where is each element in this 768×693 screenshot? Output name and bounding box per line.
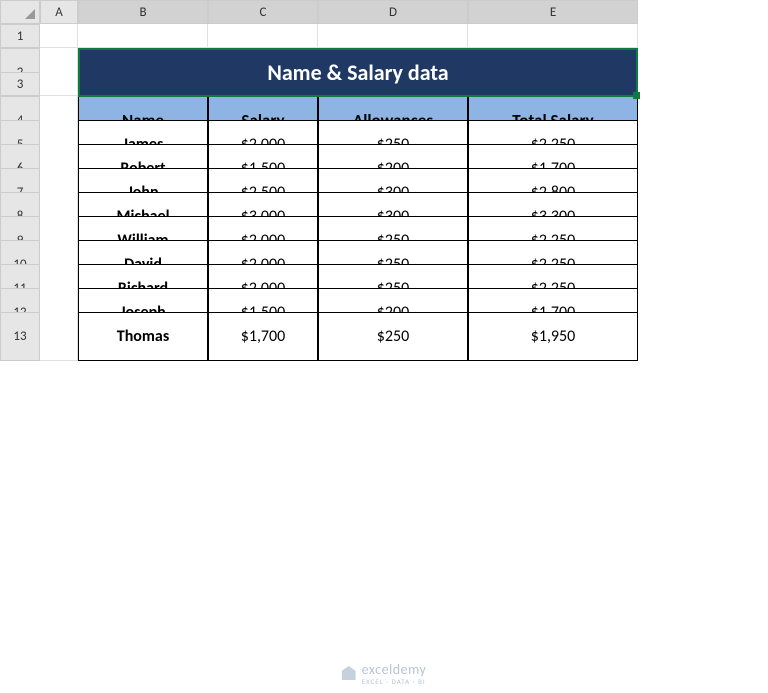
cell-E1[interactable]	[468, 24, 638, 48]
table-row[interactable]: $1,700	[208, 312, 318, 361]
col-header-D[interactable]: D	[318, 0, 468, 24]
table-row[interactable]: $1,950	[468, 312, 638, 361]
col-header-E[interactable]: E	[468, 0, 638, 24]
table-row[interactable]: $250	[318, 312, 468, 361]
cell-C1[interactable]	[208, 24, 318, 48]
col-header-B[interactable]: B	[78, 0, 208, 24]
logo-icon	[342, 666, 356, 680]
watermark-text: exceldemy EXCEL · DATA · BI	[362, 661, 427, 685]
cell-A1[interactable]	[40, 24, 78, 48]
col-header-C[interactable]: C	[208, 0, 318, 24]
cell-A13[interactable]	[40, 312, 78, 361]
row-header-13[interactable]: 13	[0, 312, 40, 361]
table-row[interactable]: Thomas	[78, 312, 208, 361]
spreadsheet-grid: A B C D E 1 2 Name & Salary data 3 4 Nam…	[0, 0, 768, 336]
title-merged-cell[interactable]: Name & Salary data	[78, 48, 638, 97]
row-header-1[interactable]: 1	[0, 24, 40, 48]
cell-A3[interactable]	[40, 72, 78, 96]
select-all-corner[interactable]	[0, 0, 40, 24]
watermark-brand: exceldemy	[362, 661, 427, 678]
cell-D1[interactable]	[318, 24, 468, 48]
watermark-tagline: EXCEL · DATA · BI	[362, 678, 427, 685]
cell-B1[interactable]	[78, 24, 208, 48]
row-header-3[interactable]: 3	[0, 72, 40, 96]
col-header-A[interactable]: A	[40, 0, 78, 24]
watermark: exceldemy EXCEL · DATA · BI	[342, 661, 427, 685]
